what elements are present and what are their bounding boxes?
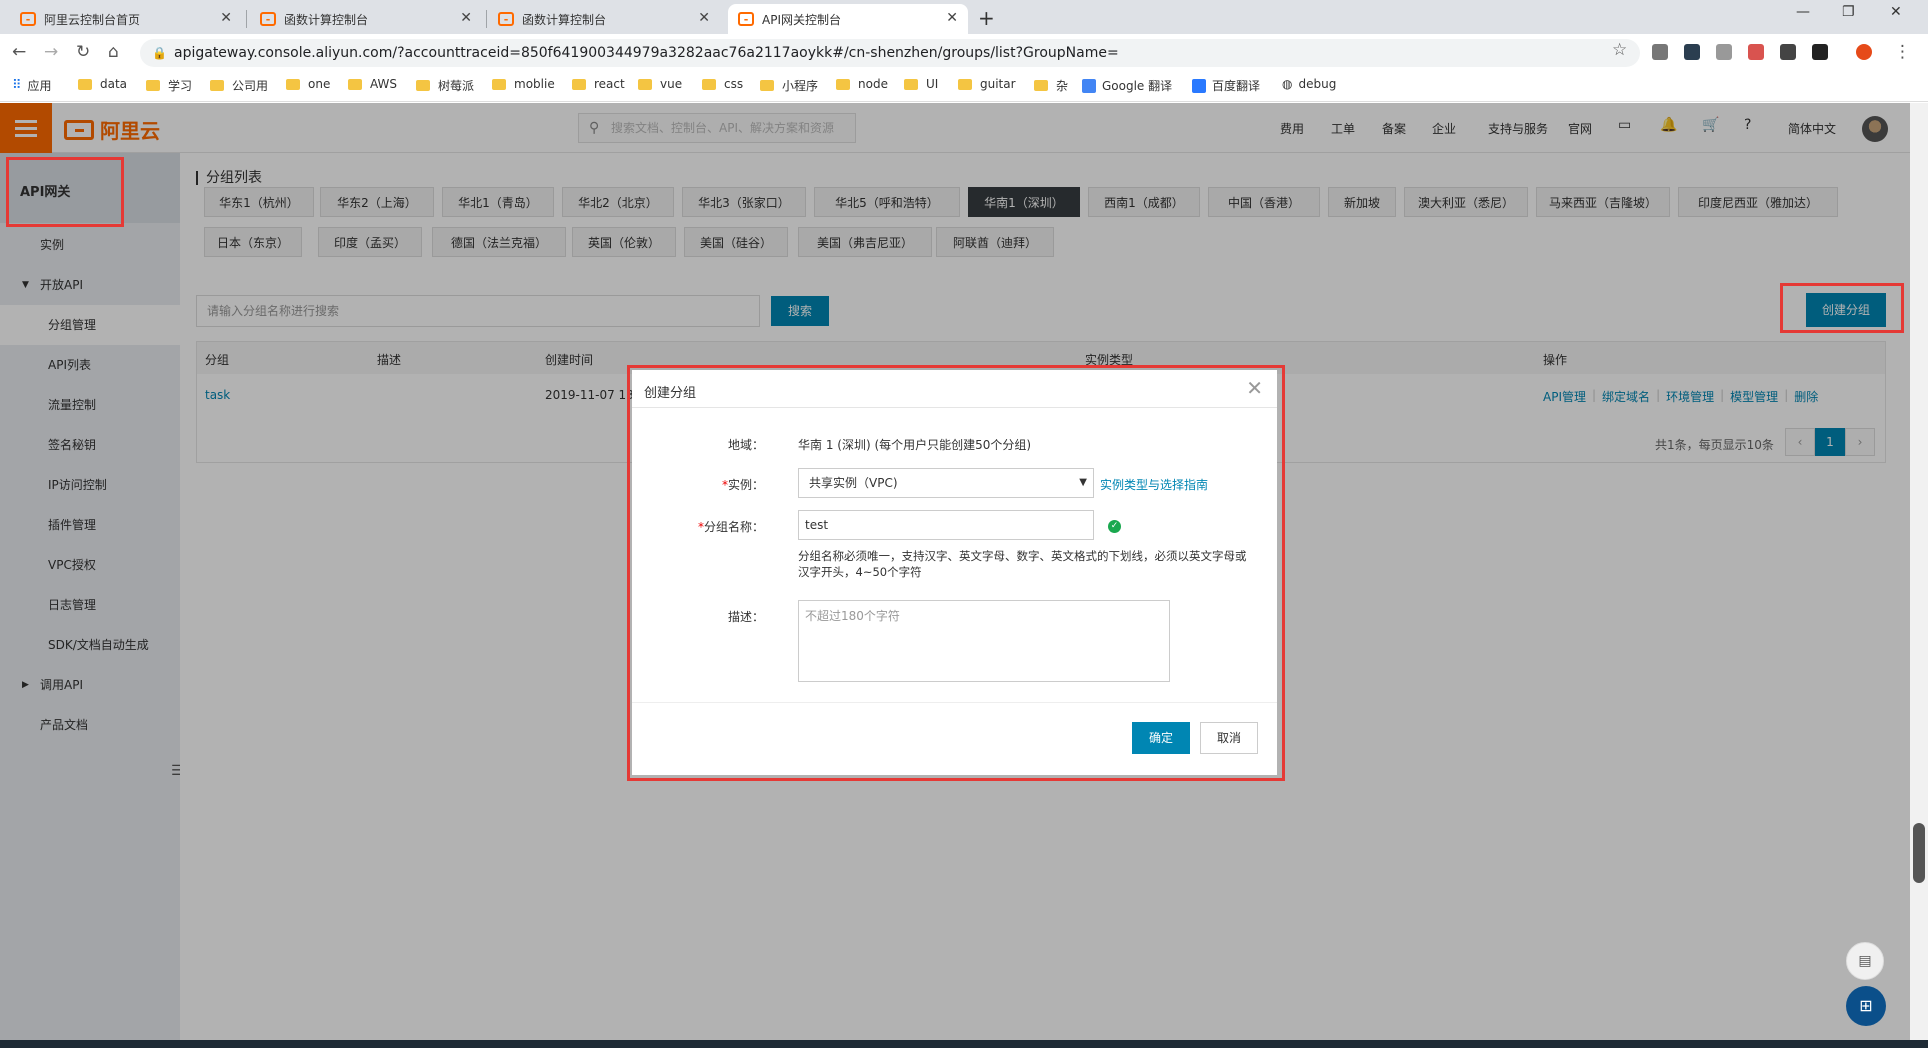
extension-icon[interactable] <box>1716 44 1732 60</box>
aliyun-favicon-icon: - <box>498 12 514 26</box>
bookmark-google-translate[interactable]: Google 翻译 <box>1082 77 1172 94</box>
folder-icon <box>348 78 362 90</box>
tab-title: API网关控制台 <box>762 12 841 27</box>
bookmark-debug[interactable]: ◍ debug <box>1282 77 1336 91</box>
bookmark-folder[interactable]: css <box>702 77 743 91</box>
folder-icon <box>210 80 224 91</box>
window-close-icon[interactable]: ✕ <box>1890 4 1902 20</box>
tab-title: 函数计算控制台 <box>522 12 607 27</box>
bookmark-folder[interactable]: UI <box>904 77 938 91</box>
folder-icon <box>836 78 850 90</box>
extension-icon[interactable] <box>1684 44 1700 60</box>
folder-icon <box>492 78 506 90</box>
minimize-icon[interactable]: — <box>1796 4 1810 20</box>
annotation-box-dialog <box>627 365 1285 781</box>
close-tab-icon[interactable]: ✕ <box>698 10 710 26</box>
bookmark-apps[interactable]: ⠿ 应用 <box>12 77 52 94</box>
apps-float-icon[interactable]: ⊞ <box>1846 986 1886 1026</box>
browser-toolbar: ← → ↻ ⌂ 🔒 apigateway.console.aliyun.com/… <box>0 34 1928 70</box>
page-scrollbar[interactable] <box>1910 103 1928 1048</box>
restore-icon[interactable]: ❐ <box>1842 4 1855 20</box>
new-tab-button[interactable]: + <box>978 6 995 30</box>
folder-icon <box>638 78 652 90</box>
folder-icon <box>78 78 92 90</box>
bookmark-folder[interactable]: 学习 <box>146 77 192 94</box>
chat-feedback-icon[interactable]: ▤ <box>1846 942 1884 980</box>
folder-icon <box>904 78 918 90</box>
bookmark-star-icon[interactable]: ☆ <box>1612 40 1627 60</box>
bookmark-folder[interactable]: vue <box>638 77 682 91</box>
back-icon[interactable]: ← <box>12 42 26 62</box>
bookmark-folder[interactable]: one <box>286 77 330 91</box>
aliyun-favicon-icon: - <box>260 12 276 26</box>
browser-tab-1[interactable]: - 阿里云控制台首页 ✕ <box>10 4 242 34</box>
forward-icon[interactable]: → <box>44 42 58 62</box>
os-taskbar <box>0 1040 1928 1048</box>
globe-icon: ◍ <box>1282 77 1293 91</box>
browser-tabbar: - 阿里云控制台首页 ✕ - 函数计算控制台 ✕ - 函数计算控制台 ✕ - A… <box>0 0 1928 34</box>
lock-icon: 🔒 <box>152 46 167 60</box>
extension-icon[interactable] <box>1652 44 1668 60</box>
annotation-box-sidebar-title <box>6 157 124 227</box>
folder-icon <box>416 80 430 91</box>
bookmarks-bar: ⠿ 应用 data 学习 公司用 one AWS 树莓派 moblie react… <box>0 70 1928 102</box>
close-tab-icon[interactable]: ✕ <box>220 10 232 26</box>
browser-tab-3[interactable]: - 函数计算控制台 ✕ <box>488 4 720 34</box>
tab-title: 阿里云控制台首页 <box>44 12 141 27</box>
apps-grid-icon: ⠿ <box>12 78 22 93</box>
folder-icon <box>958 78 972 90</box>
folder-icon <box>702 78 716 90</box>
bookmark-folder[interactable]: moblie <box>492 77 555 91</box>
bookmark-folder[interactable]: guitar <box>958 77 1016 91</box>
browser-tab-2[interactable]: - 函数计算控制台 ✕ <box>250 4 482 34</box>
folder-icon <box>572 78 586 90</box>
profile-icon[interactable] <box>1856 44 1872 60</box>
bookmark-folder[interactable]: 小程序 <box>760 77 818 94</box>
url-text: apigateway.console.aliyun.com/?accounttr… <box>174 45 1119 61</box>
aliyun-favicon-icon: - <box>738 12 754 26</box>
bookmark-folder[interactable]: 树莓派 <box>416 77 474 94</box>
bookmark-folder[interactable]: react <box>572 77 625 91</box>
folder-icon <box>286 78 300 90</box>
google-translate-icon <box>1082 78 1096 93</box>
menu-dots-icon[interactable]: ⋮ <box>1894 42 1911 62</box>
aliyun-favicon-icon: - <box>20 12 36 26</box>
close-tab-icon[interactable]: ✕ <box>460 10 472 26</box>
bookmark-folder[interactable]: AWS <box>348 77 397 91</box>
extension-icon[interactable] <box>1748 44 1764 60</box>
bookmark-baidu-translate[interactable]: 百度翻译 <box>1192 77 1260 94</box>
folder-icon <box>146 80 160 91</box>
bookmark-folder[interactable]: 杂 <box>1034 77 1068 94</box>
reload-icon[interactable]: ↻ <box>76 42 90 62</box>
extension-icon[interactable] <box>1812 44 1828 60</box>
bookmark-folder[interactable]: node <box>836 77 888 91</box>
address-bar[interactable]: 🔒 apigateway.console.aliyun.com/?account… <box>140 39 1640 67</box>
bookmark-folder[interactable]: 公司用 <box>210 77 268 94</box>
folder-icon <box>760 80 774 91</box>
browser-tab-4-active[interactable]: - API网关控制台 ✕ <box>728 4 968 34</box>
scrollbar-thumb[interactable] <box>1913 823 1925 883</box>
extension-icon[interactable] <box>1780 44 1796 60</box>
home-icon[interactable]: ⌂ <box>108 42 119 62</box>
folder-icon <box>1034 80 1048 91</box>
close-tab-icon[interactable]: ✕ <box>946 10 958 26</box>
bookmark-folder[interactable]: data <box>78 77 127 91</box>
annotation-box-create-button <box>1780 283 1904 333</box>
tab-title: 函数计算控制台 <box>284 12 369 27</box>
baidu-translate-icon <box>1192 78 1206 93</box>
